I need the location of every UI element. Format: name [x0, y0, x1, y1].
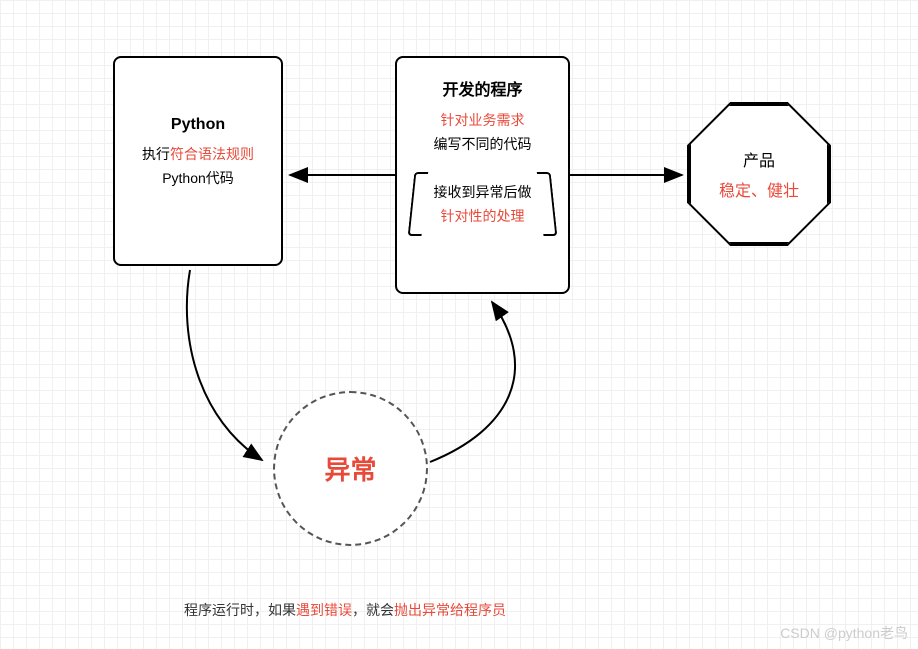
- python-box: Python 执行符合语法规则 Python代码: [113, 56, 283, 266]
- caption-p3: ，就会: [352, 602, 394, 618]
- caption-p4: 抛出异常给程序员: [394, 602, 506, 618]
- dev-bracket-line1: 接收到异常后做: [411, 182, 554, 202]
- exception-circle: 异常: [273, 391, 428, 546]
- caption-text: 程序运行时，如果遇到错误，就会抛出异常给程序员: [184, 600, 506, 620]
- watermark-text: CSDN @python老鸟: [780, 623, 908, 643]
- python-line1: 执行符合语法规则: [125, 144, 271, 164]
- product-octagon: 产品 稳定、健壮: [689, 104, 829, 244]
- dev-line2: 编写不同的代码: [407, 134, 558, 154]
- python-title: Python: [125, 116, 271, 134]
- python-line1-a: 执行: [142, 146, 170, 162]
- arrow-python-to-exception: [187, 270, 262, 460]
- dev-bracket-line2: 针对性的处理: [411, 206, 554, 226]
- dev-bracket: 接收到异常后做 针对性的处理: [411, 172, 554, 236]
- product-line1: 稳定、健壮: [719, 177, 799, 201]
- caption-p1: 程序运行时，如果: [184, 602, 296, 618]
- caption-p2: 遇到错误: [296, 602, 352, 618]
- python-line2: Python代码: [125, 168, 271, 188]
- product-title: 产品: [743, 147, 775, 171]
- dev-line1: 针对业务需求: [407, 110, 558, 130]
- dev-title: 开发的程序: [407, 76, 558, 100]
- exception-label: 异常: [324, 450, 376, 487]
- dev-box: 开发的程序 针对业务需求 编写不同的代码 接收到异常后做 针对性的处理: [395, 56, 570, 294]
- python-line1-b: 符合语法规则: [170, 146, 254, 162]
- bracket-right-icon: [537, 172, 558, 236]
- arrow-exception-to-dev: [430, 302, 515, 462]
